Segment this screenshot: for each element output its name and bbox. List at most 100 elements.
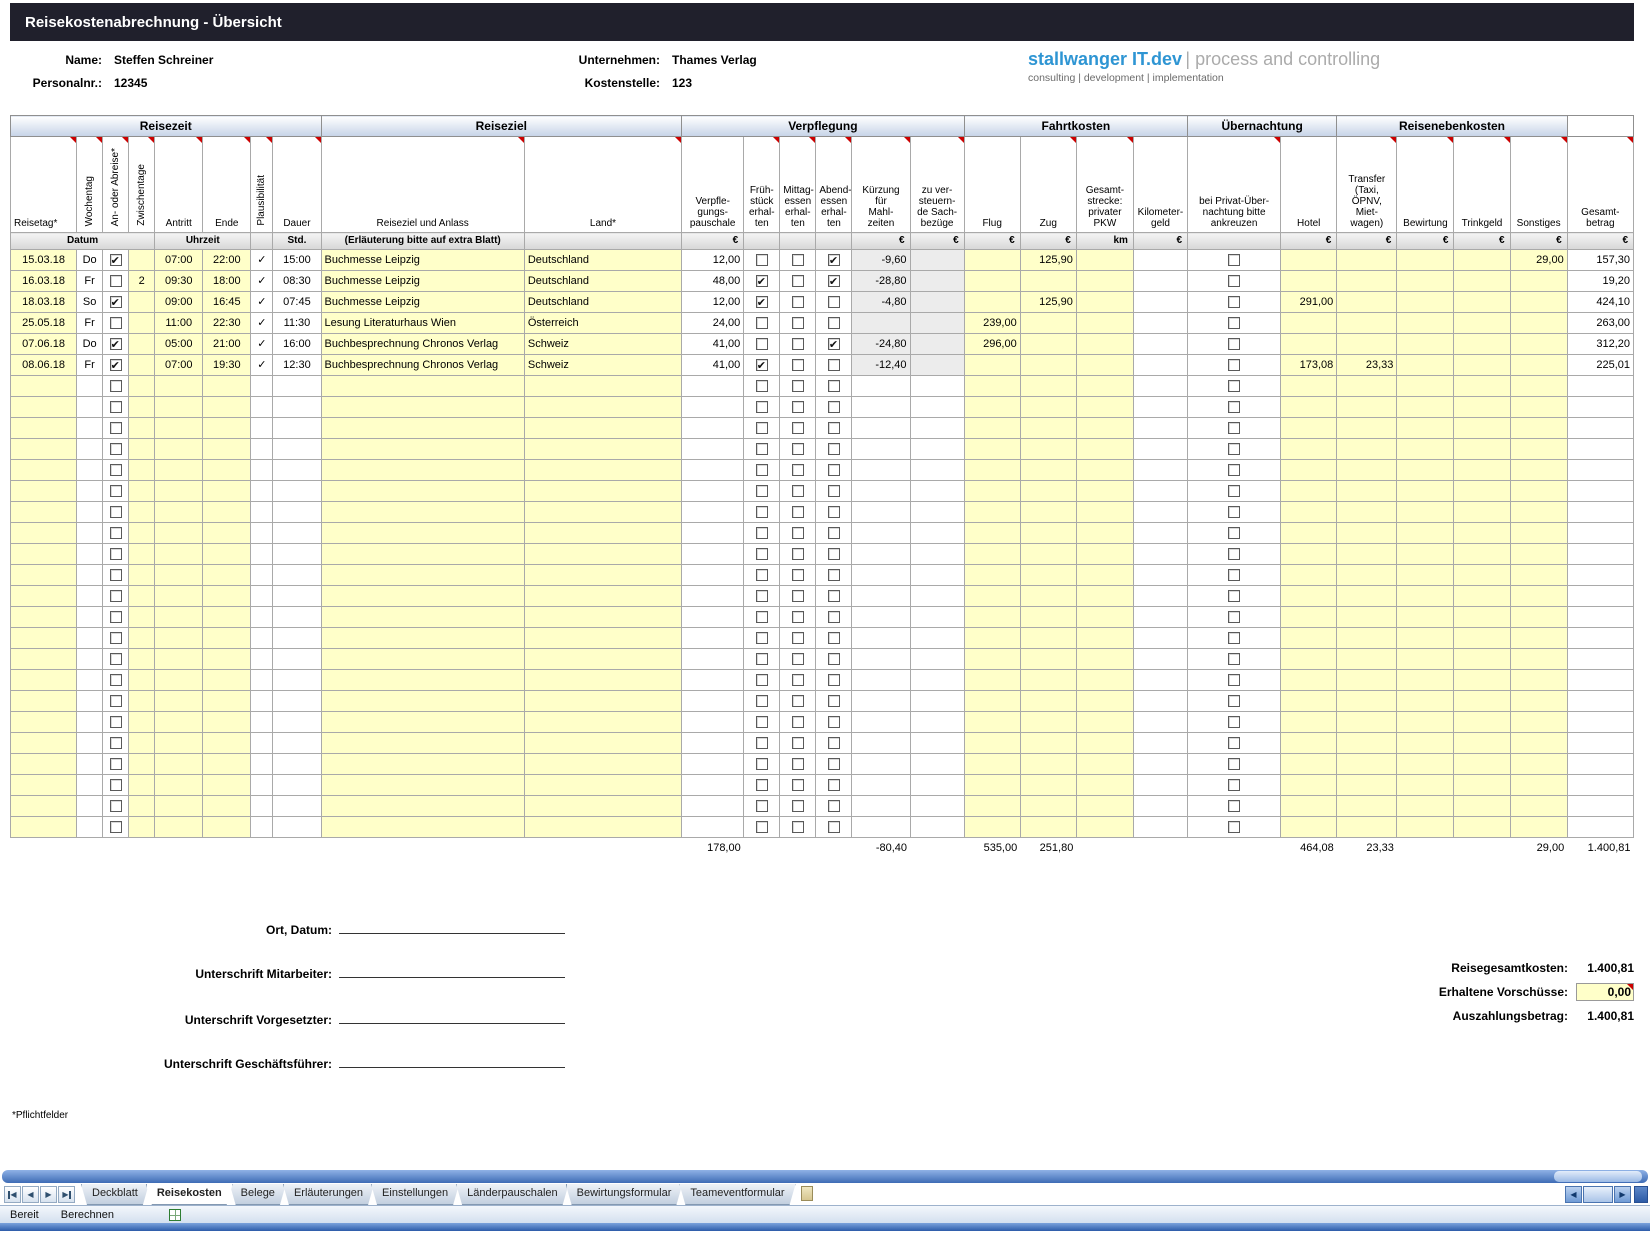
mittagessen-checkbox[interactable] [792, 611, 804, 623]
cell-bewirtung[interactable] [1397, 397, 1454, 418]
cell-transfer[interactable] [1337, 691, 1397, 712]
cell-strecke[interactable] [1076, 250, 1133, 271]
an_abreise-checkbox[interactable] [110, 401, 122, 413]
cell-sonstiges[interactable] [1510, 334, 1567, 355]
cell-reisetag[interactable] [11, 691, 77, 712]
cell-bewirtung[interactable] [1397, 649, 1454, 670]
cell-ende[interactable] [203, 460, 251, 481]
cell-zug[interactable] [1020, 565, 1076, 586]
fruehstueck-checkbox[interactable] [756, 674, 768, 686]
cell-antritt[interactable]: 11:00 [155, 313, 203, 334]
cell-reisetag[interactable]: 15.03.18 [11, 250, 77, 271]
an_abreise-checkbox[interactable] [110, 821, 122, 833]
mittagessen-checkbox[interactable] [792, 758, 804, 770]
cell-antritt[interactable]: 05:00 [155, 334, 203, 355]
cell-ende[interactable] [203, 481, 251, 502]
cell-antritt[interactable] [155, 586, 203, 607]
cell-reiseziel[interactable] [321, 523, 524, 544]
cell-antritt[interactable] [155, 775, 203, 796]
cell-flug[interactable] [964, 733, 1020, 754]
cell-bewirtung[interactable] [1397, 733, 1454, 754]
cell-land[interactable] [524, 607, 681, 628]
abendessen-checkbox[interactable] [828, 254, 840, 266]
cell-antritt[interactable] [155, 418, 203, 439]
cell-flug[interactable] [964, 292, 1020, 313]
cell-transfer[interactable] [1337, 775, 1397, 796]
cell-ende[interactable]: 21:00 [203, 334, 251, 355]
cell-sonstiges[interactable] [1510, 733, 1567, 754]
an_abreise-checkbox[interactable] [110, 737, 122, 749]
cell-hotel[interactable] [1281, 502, 1337, 523]
cell-antritt[interactable] [155, 502, 203, 523]
cell-zug[interactable] [1020, 691, 1076, 712]
cell-flug[interactable] [964, 712, 1020, 733]
cell-reisetag[interactable] [11, 376, 77, 397]
cell-land[interactable] [524, 796, 681, 817]
cell-trinkgeld[interactable] [1454, 796, 1510, 817]
cell-zug[interactable] [1020, 376, 1076, 397]
cell-ende[interactable] [203, 628, 251, 649]
horizontal-scrollbar-thumb[interactable] [1554, 1171, 1642, 1182]
cell-transfer[interactable] [1337, 481, 1397, 502]
cell-zwischentage[interactable] [129, 355, 155, 376]
cell-transfer[interactable] [1337, 502, 1397, 523]
cell-trinkgeld[interactable] [1454, 733, 1510, 754]
abendessen-checkbox[interactable] [828, 296, 840, 308]
cell-ende[interactable] [203, 418, 251, 439]
cell-trinkgeld[interactable] [1454, 481, 1510, 502]
cell-transfer[interactable] [1337, 376, 1397, 397]
cell-sonstiges[interactable] [1510, 418, 1567, 439]
cell-transfer[interactable] [1337, 817, 1397, 838]
abendessen-checkbox[interactable] [828, 338, 840, 350]
cell-bewirtung[interactable] [1397, 670, 1454, 691]
fruehstueck-checkbox[interactable] [756, 338, 768, 350]
cell-land[interactable] [524, 397, 681, 418]
cell-reisetag[interactable] [11, 775, 77, 796]
mittagessen-checkbox[interactable] [792, 506, 804, 518]
cell-land[interactable] [524, 376, 681, 397]
cell-strecke[interactable] [1076, 565, 1133, 586]
cell-reiseziel[interactable] [321, 481, 524, 502]
privat-checkbox[interactable] [1228, 296, 1240, 308]
mittagessen-checkbox[interactable] [792, 674, 804, 686]
privat-checkbox[interactable] [1228, 590, 1240, 602]
cell-sonstiges[interactable] [1510, 355, 1567, 376]
cell-reiseziel[interactable] [321, 418, 524, 439]
cell-reiseziel[interactable]: Buchbesprechnung Chronos Verlag [321, 355, 524, 376]
cell-strecke[interactable] [1076, 292, 1133, 313]
cell-reiseziel[interactable]: Buchmesse Leipzig [321, 292, 524, 313]
cell-bewirtung[interactable] [1397, 796, 1454, 817]
cell-ende[interactable] [203, 565, 251, 586]
cell-sonstiges[interactable] [1510, 628, 1567, 649]
cell-bewirtung[interactable] [1397, 418, 1454, 439]
abendessen-checkbox[interactable] [828, 359, 840, 371]
cell-land[interactable]: Österreich [524, 313, 681, 334]
cell-reisetag[interactable] [11, 586, 77, 607]
abendessen-checkbox[interactable] [828, 464, 840, 476]
cell-antritt[interactable] [155, 439, 203, 460]
cell-strecke[interactable] [1076, 712, 1133, 733]
cell-strecke[interactable] [1076, 376, 1133, 397]
cell-bewirtung[interactable] [1397, 502, 1454, 523]
cell-ende[interactable]: 22:30 [203, 313, 251, 334]
cell-transfer[interactable] [1337, 586, 1397, 607]
an_abreise-checkbox[interactable] [110, 716, 122, 728]
cell-flug[interactable]: 239,00 [964, 313, 1020, 334]
cell-transfer[interactable] [1337, 565, 1397, 586]
cell-hotel[interactable] [1281, 481, 1337, 502]
cell-flug[interactable] [964, 439, 1020, 460]
mittagessen-checkbox[interactable] [792, 569, 804, 581]
cell-transfer[interactable] [1337, 439, 1397, 460]
an_abreise-checkbox[interactable] [110, 254, 122, 266]
cell-strecke[interactable] [1076, 796, 1133, 817]
personalnr-value[interactable]: 12345 [114, 76, 147, 90]
cell-reisetag[interactable] [11, 565, 77, 586]
cell-flug[interactable] [964, 355, 1020, 376]
cell-ende[interactable] [203, 502, 251, 523]
cell-transfer[interactable] [1337, 334, 1397, 355]
cell-trinkgeld[interactable] [1454, 691, 1510, 712]
cell-antritt[interactable] [155, 397, 203, 418]
cell-zug[interactable] [1020, 607, 1076, 628]
cell-antritt[interactable] [155, 817, 203, 838]
cell-zwischentage[interactable] [129, 712, 155, 733]
